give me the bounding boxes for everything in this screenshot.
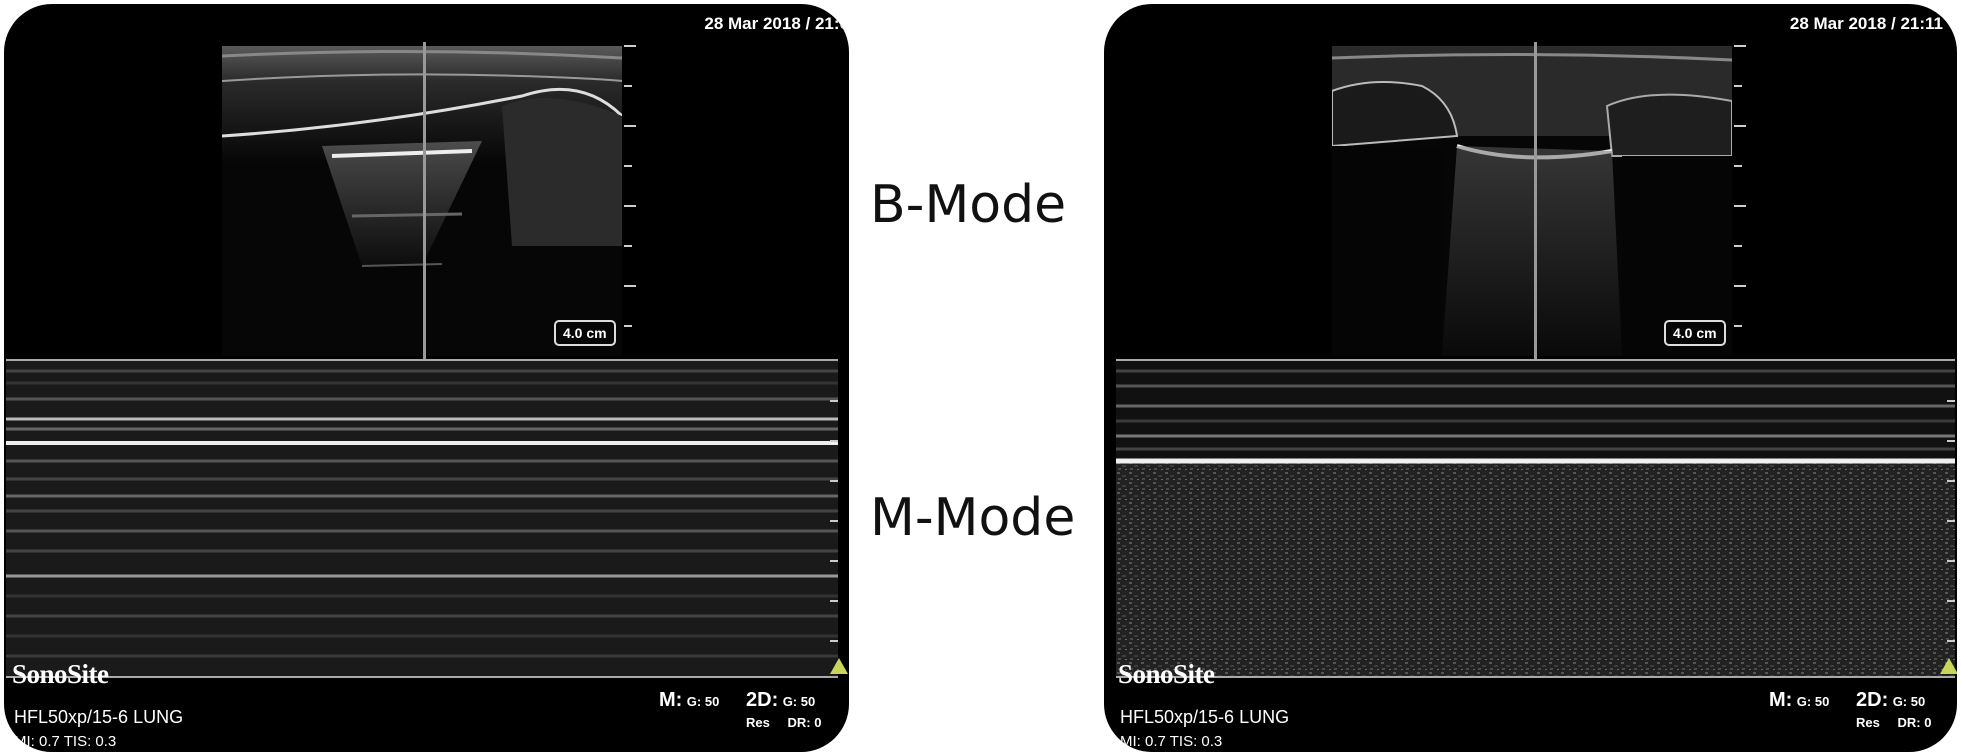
right-2d-dr: DR: 0 [1897, 715, 1932, 730]
left-2d-label: 2D: [746, 689, 779, 711]
left-2d-settings: 2D: G: 50 [746, 689, 815, 712]
right-2d-res-row: Res DR: 0 [1856, 715, 1931, 730]
left-m-settings: M: G: 50 [659, 689, 719, 712]
left-2d-res: Res [746, 715, 770, 730]
right-triangle-marker-icon [1940, 658, 1957, 674]
left-indices: MI: 0.7 TIS: 0.3 [14, 733, 117, 750]
left-brand: SonoSite [12, 659, 109, 689]
left-triangle-marker-icon [830, 658, 848, 674]
right-b-mode-image [1332, 46, 1732, 356]
right-depth-scale [1734, 45, 1746, 327]
right-brand: SonoSite [1118, 659, 1215, 689]
right-depth-label: 4.0 cm [1664, 320, 1726, 346]
left-2d-gain: G: 50 [782, 694, 816, 709]
left-depth-scale [624, 45, 636, 327]
left-datetime: 28 Mar 2018 / 21:0 [704, 14, 849, 33]
right-probe-label: HFL50xp/15-6 LUNG [1120, 707, 1290, 727]
right-m-line-cursor [1534, 42, 1537, 360]
right-ultrasound-panel: 28 Mar 2018 / 21:11 4.0 cm SonoSite HFL5… [1104, 4, 1957, 752]
left-2d-res-row: Res DR: 0 [746, 715, 821, 730]
right-2d-settings: 2D: G: 50 [1856, 689, 1925, 712]
right-2d-gain: G: 50 [1892, 694, 1926, 709]
m-mode-label: M-Mode [870, 488, 1076, 548]
left-2d-dr: DR: 0 [787, 715, 822, 730]
right-m-settings: M: G: 50 [1769, 689, 1829, 712]
right-2d-res: Res [1856, 715, 1880, 730]
left-m-label: M: [659, 689, 683, 711]
right-datetime: 28 Mar 2018 / 21:11 [1789, 14, 1943, 33]
b-mode-label: B-Mode [870, 175, 1067, 235]
left-b-mode-image [222, 46, 622, 356]
right-m-mode-image [1116, 359, 1955, 678]
left-m-line-cursor [423, 42, 426, 360]
left-ultrasound-panel: 28 Mar 2018 / 21:0 4.0 cm SonoSite HFL50… [4, 4, 849, 752]
left-depth-label: 4.0 cm [554, 320, 616, 346]
right-2d-label: 2D: [1856, 689, 1889, 711]
left-m-mode-image [6, 359, 838, 678]
left-m-gain: G: 50 [686, 694, 720, 709]
right-m-gain: G: 50 [1796, 694, 1830, 709]
right-m-label: M: [1769, 689, 1793, 711]
left-probe-label: HFL50xp/15-6 LUNG [14, 707, 184, 727]
right-indices: MI: 0.7 TIS: 0.3 [1120, 733, 1223, 750]
